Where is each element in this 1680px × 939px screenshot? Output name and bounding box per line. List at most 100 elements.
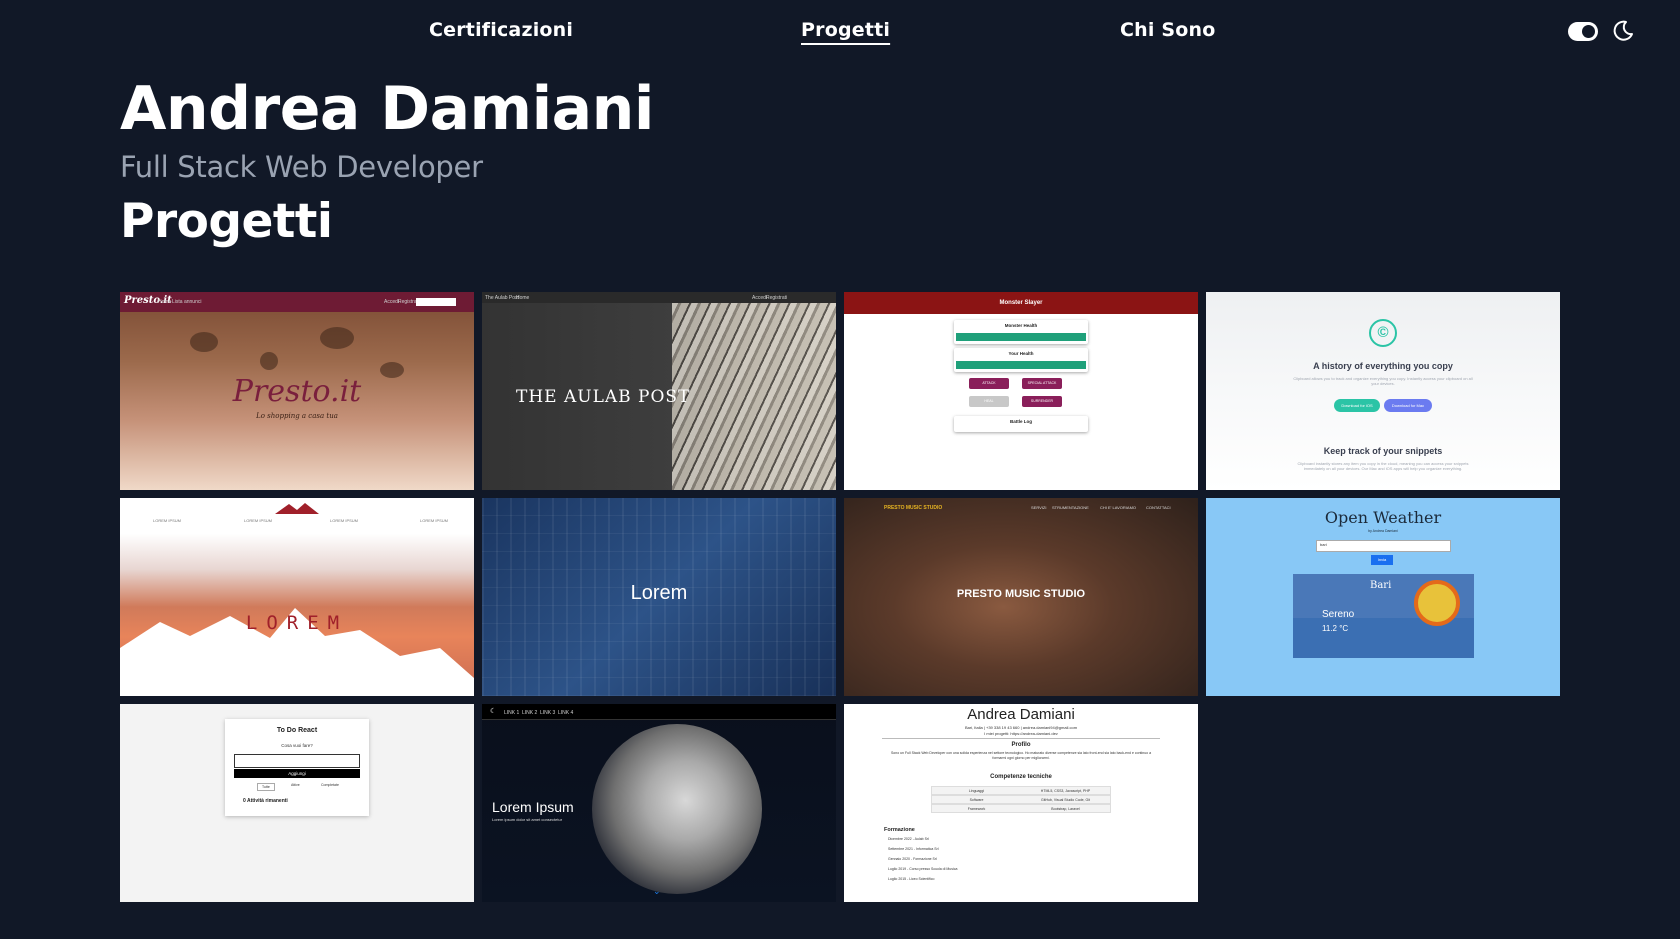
hero-name: Andrea Damiani xyxy=(120,74,654,144)
cv-profile-heading: Profilo xyxy=(1011,742,1031,748)
todo-counter: 0 Attività rimanenti xyxy=(243,798,288,804)
newspaper-image xyxy=(672,302,836,490)
nav-link-chi-sono[interactable]: Chi Sono xyxy=(1120,19,1216,41)
theme-toggle[interactable] xyxy=(1568,22,1598,41)
table-row: Framework Bootstrap, Laravel xyxy=(931,804,1111,813)
filter-completed-button: Completate xyxy=(321,783,339,787)
table-cell: Bootstrap, Laravel xyxy=(1051,807,1080,811)
project-card-presto-music[interactable]: PRESTO MUSIC STUDIO SERVIZI STRUMENTAZIO… xyxy=(844,498,1198,696)
todo-box: To Do React Cosa vuoi fare? Aggiungi Tut… xyxy=(225,719,369,816)
card-nav-item: LINK 3 xyxy=(540,710,556,716)
project-card-curriculum[interactable]: Andrea Damiani Bari, Italia | +39 338 19… xyxy=(844,704,1198,902)
project-card-lorem-industrial[interactable]: Lorem xyxy=(482,498,836,696)
weather-city: Bari xyxy=(1370,580,1392,591)
project-card-presto[interactable]: Presto.it Home Lista annunci Accedi Regi… xyxy=(120,292,474,490)
card-title: LOREM xyxy=(245,612,349,634)
project-card-lorem-ipsum-moon[interactable]: ☾ LINK 1 LINK 2 LINK 3 LINK 4 Lorem Ipsu… xyxy=(482,704,836,902)
cv-education-item: Gennaio 2020 - Formazione Srl xyxy=(888,857,937,861)
card-nav-item: Accedi xyxy=(752,295,768,301)
monster-health-box: Monster Health xyxy=(954,320,1088,344)
table-cell: HTML5, CSS3, Javascript, PHP xyxy=(1040,789,1091,793)
weather-panel-ground xyxy=(1293,618,1474,658)
project-card-open-weather[interactable]: Open Weather by Andrea Damiani bari Invi… xyxy=(1206,498,1560,696)
monster-health-label: Monster Health xyxy=(1004,323,1038,328)
project-card-lorem-mountain[interactable]: LOREM IPSUM LOREM IPSUM LOREM IPSUM LORE… xyxy=(120,498,474,696)
card-headline: A history of everything you copy xyxy=(1313,361,1453,371)
card-nav-item: CHI E' LAVORIAMO xyxy=(1100,505,1137,510)
card-nav-item: The Aulab Post xyxy=(485,295,519,301)
attack-button: ATTACK xyxy=(969,378,1009,389)
section-title: Progetti xyxy=(120,194,333,249)
mountain-logo-icon xyxy=(275,503,319,514)
card-nav-item: LINK 1 xyxy=(504,710,520,716)
card-search-input xyxy=(416,298,456,306)
card-subtitle: Lorem ipsum dolor sit amet consectetur xyxy=(492,817,563,822)
toggle-knob xyxy=(1582,25,1595,38)
card-nav-item: Home xyxy=(516,295,530,301)
cv-education-item: Dicembre 2022 - Aulab Srl xyxy=(888,837,929,841)
card-title: Monster Slayer xyxy=(844,292,1198,314)
card-nav-item: Lista annunci xyxy=(172,299,202,305)
weather-condition: Sereno xyxy=(1322,609,1355,620)
moon-image xyxy=(592,724,762,894)
city-input-value: bari xyxy=(1320,542,1327,547)
send-button: Invia xyxy=(1371,555,1393,565)
card-nav-item: LOREM IPSUM xyxy=(153,518,182,523)
todo-input xyxy=(234,754,360,768)
card-nav-item: Home xyxy=(158,299,172,305)
cv-contact: Bari, Italia | +39 338 19 43 660 | andre… xyxy=(964,725,1078,730)
card-section-title: Keep track of your snippets xyxy=(1323,446,1443,456)
card-nav-item: LINK 4 xyxy=(558,710,574,716)
table-cell: Software xyxy=(969,798,984,802)
card-brand: PRESTO MUSIC STUDIO xyxy=(884,505,943,511)
heal-button: HEAL xyxy=(969,396,1009,407)
todo-add-button: Aggiungi xyxy=(234,769,360,778)
weather-temperature: 11.2 °C xyxy=(1322,624,1349,633)
nav-link-certificazioni[interactable]: Certificazioni xyxy=(429,19,573,41)
todo-title: To Do React xyxy=(276,727,318,734)
project-card-aulab-post[interactable]: The Aulab Post Home Accedi Registrati TH… xyxy=(482,292,836,490)
download-ios-button: Download for iOS xyxy=(1334,399,1380,412)
surrender-button: SURRENDER xyxy=(1022,396,1062,407)
todo-question: Cosa vuoi fare? xyxy=(281,743,313,748)
player-health-label: Your Health xyxy=(1008,351,1034,356)
top-navbar: Certificazioni Progetti Chi Sono xyxy=(0,0,1680,64)
project-card-todo-react[interactable]: To Do React Cosa vuoi fare? Aggiungi Tut… xyxy=(120,704,474,902)
card-text: Clipboard allows you to track and organi… xyxy=(1293,376,1473,386)
card-title: Lorem xyxy=(630,582,688,604)
card-nav-item: CONTATTACI xyxy=(1146,505,1171,510)
table-cell: GitHub, Visual Studio Code, Git xyxy=(1041,798,1090,802)
card-title: Presto.it xyxy=(232,374,362,409)
card-subtitle: Lo shopping a casa tua xyxy=(256,412,338,420)
player-health-box: Your Health xyxy=(954,348,1088,372)
hero-role: Full Stack Web Developer xyxy=(120,150,483,184)
card-section-text: Clipboard instantly stores any item you … xyxy=(1297,461,1469,471)
special-attack-button: SPECIAL ATTACK xyxy=(1022,378,1062,389)
nav-link-progetti[interactable]: Progetti xyxy=(801,19,890,41)
cv-name: Andrea Damiani xyxy=(967,706,1075,723)
moon-icon[interactable] xyxy=(1611,19,1635,43)
moon-small-icon: ☾ xyxy=(490,708,497,715)
battle-log-label: Battle Log xyxy=(1010,419,1032,424)
card-title: Open Weather xyxy=(1324,508,1442,527)
table-row: Software GitHub, Visual Studio Code, Git xyxy=(931,795,1111,804)
sun-icon xyxy=(1414,580,1460,626)
cv-divider xyxy=(882,738,1160,739)
card-nav-item: LOREM IPSUM xyxy=(244,518,273,523)
project-card-clipboard[interactable]: © A history of everything you copy Clipb… xyxy=(1206,292,1560,490)
cv-education-item: Settembre 2021 - Informatica Srl xyxy=(888,847,939,851)
player-health-bar xyxy=(956,361,1086,369)
battle-log-box: Battle Log xyxy=(954,416,1088,432)
project-card-monster-slayer[interactable]: Monster Slayer Monster Health Your Healt… xyxy=(844,292,1198,490)
chevron-down-icon: ⌄ xyxy=(653,887,661,897)
card-title: PRESTO MUSIC STUDIO xyxy=(956,588,1086,600)
card-nav-item: SERVIZI xyxy=(1031,505,1047,510)
table-row: Linguaggi HTML5, CSS3, Javascript, PHP xyxy=(931,786,1111,795)
cv-education-item: Luglio 2019 - Corso presso Scuola di Mus… xyxy=(888,867,958,871)
table-cell: Linguaggi xyxy=(968,789,985,793)
cv-education-item: Luglio 2015 - Liceo Scientifico xyxy=(888,877,935,881)
filter-active-button: Attive xyxy=(291,783,300,787)
card-nav-item: Registrati xyxy=(766,295,788,301)
card-nav-item: LINK 2 xyxy=(522,710,538,716)
cv-skills-heading: Competenze tecniche xyxy=(990,774,1052,780)
